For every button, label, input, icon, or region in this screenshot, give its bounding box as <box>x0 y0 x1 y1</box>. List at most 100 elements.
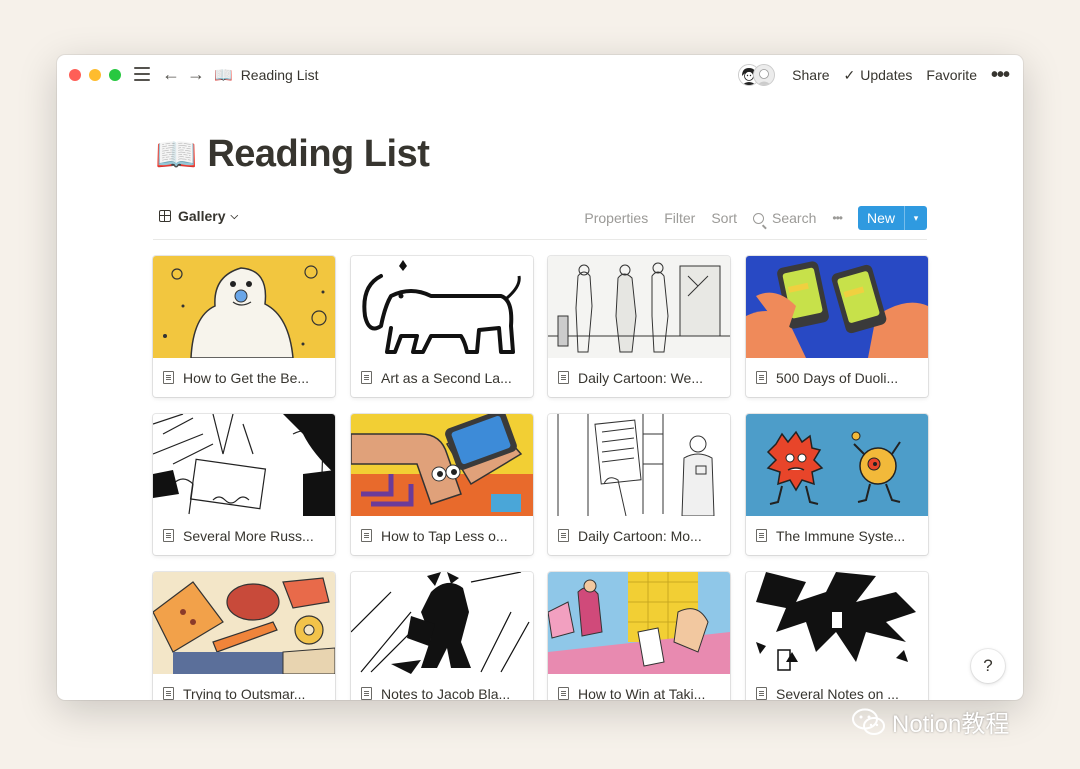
title-bar: ← → 📖 Reading List Share ✓ Updates Favori… <box>57 55 1023 95</box>
gallery-card[interactable]: How to Tap Less o... <box>351 414 533 555</box>
sort-button[interactable]: Sort <box>711 210 737 226</box>
search-icon <box>753 213 765 224</box>
card-cover-image <box>351 414 533 516</box>
favorite-button[interactable]: Favorite <box>926 67 977 83</box>
card-cover-image <box>153 414 335 516</box>
minimize-window-button[interactable] <box>89 69 101 81</box>
document-icon <box>361 529 372 542</box>
search-button[interactable]: Search <box>753 210 816 226</box>
card-cover-image <box>746 414 928 516</box>
document-icon <box>163 529 174 542</box>
card-title: How to Win at Taki... <box>548 674 730 700</box>
card-cover-image <box>746 256 928 358</box>
card-cover-image <box>153 256 335 358</box>
card-title-text: Daily Cartoon: We... <box>578 369 704 386</box>
filter-button[interactable]: Filter <box>664 210 695 226</box>
card-cover-image <box>548 572 730 674</box>
card-cover-image <box>548 256 730 358</box>
card-title-text: How to Win at Taki... <box>578 685 706 701</box>
card-cover-image <box>153 572 335 674</box>
gallery-card[interactable]: Trying to Outsmar... <box>153 572 335 700</box>
card-title-text: Several Notes on ... <box>776 685 899 701</box>
more-options-icon[interactable]: ••• <box>832 211 843 225</box>
card-title-text: Notes to Jacob Bla... <box>381 685 511 701</box>
card-title: Trying to Outsmar... <box>153 674 335 700</box>
card-title-text: 500 Days of Duoli... <box>776 369 899 386</box>
card-cover-image <box>548 414 730 516</box>
new-dropdown-button[interactable]: ▾ <box>904 206 927 230</box>
view-label: Gallery <box>178 208 226 224</box>
card-title-text: How to Get the Be... <box>183 369 310 386</box>
page-title-text[interactable]: Reading List <box>207 133 430 176</box>
document-icon <box>558 371 569 384</box>
card-title: Several More Russ... <box>153 516 335 555</box>
updates-label: Updates <box>860 66 913 83</box>
page-title: 📖 Reading List <box>155 133 430 176</box>
new-button[interactable]: New <box>857 206 904 230</box>
card-title-text: Several More Russ... <box>183 527 314 544</box>
card-cover-image <box>746 572 928 674</box>
share-button[interactable]: Share <box>792 67 829 83</box>
gallery-card[interactable]: Art as a Second La... <box>351 256 533 397</box>
watermark-text: Notion教程 <box>892 711 1010 738</box>
watermark: Notion教程 <box>852 704 1009 739</box>
close-window-button[interactable] <box>69 69 81 81</box>
topbar-actions: Share ✓ Updates Favorite ••• <box>738 63 1010 87</box>
database-view-bar: Gallery ⌵ Properties Filter Sort Search … <box>153 203 927 240</box>
breadcrumb[interactable]: 📖 Reading List <box>214 66 319 84</box>
breadcrumb-label: Reading List <box>240 67 319 83</box>
card-title: 500 Days of Duoli... <box>746 358 928 397</box>
document-icon <box>361 687 372 700</box>
menu-icon[interactable] <box>134 67 150 81</box>
card-title-text: Trying to Outsmar... <box>183 685 306 701</box>
book-icon[interactable]: 📖 <box>155 135 197 175</box>
avatar <box>753 64 776 86</box>
gallery-card[interactable]: Several More Russ... <box>153 414 335 555</box>
card-title-text: Art as a Second La... <box>381 369 512 386</box>
card-title: The Immune Syste... <box>746 516 928 555</box>
collaborator-avatars[interactable] <box>738 63 776 87</box>
document-icon <box>163 371 174 384</box>
more-icon[interactable]: ••• <box>991 65 1010 85</box>
card-title: Daily Cartoon: Mo... <box>548 516 730 555</box>
card-title: How to Tap Less o... <box>351 516 533 555</box>
maximize-window-button[interactable] <box>109 69 121 81</box>
forward-arrow-icon[interactable]: → <box>187 64 205 85</box>
card-cover-image <box>351 256 533 358</box>
gallery-card[interactable]: The Immune Syste... <box>746 414 928 555</box>
help-button[interactable]: ? <box>971 649 1005 683</box>
document-icon <box>558 687 569 700</box>
gallery-card[interactable]: Daily Cartoon: Mo... <box>548 414 730 555</box>
card-cover-image <box>351 572 533 674</box>
card-title: Several Notes on ... <box>746 674 928 700</box>
card-title-text: How to Tap Less o... <box>381 527 508 544</box>
gallery-card[interactable]: 500 Days of Duoli... <box>746 256 928 397</box>
gallery-card[interactable]: Daily Cartoon: We... <box>548 256 730 397</box>
card-title: Notes to Jacob Bla... <box>351 674 533 700</box>
card-title: Daily Cartoon: We... <box>548 358 730 397</box>
new-button-group: New ▾ <box>857 206 927 230</box>
book-icon: 📖 <box>214 67 233 84</box>
search-label: Search <box>772 210 817 226</box>
document-icon <box>558 529 569 542</box>
gallery-card[interactable]: How to Get the Be... <box>153 256 335 397</box>
gallery-card[interactable]: How to Win at Taki... <box>548 572 730 700</box>
document-icon <box>756 687 767 700</box>
updates-button[interactable]: ✓ Updates <box>844 67 913 84</box>
card-title-text: Daily Cartoon: Mo... <box>578 527 702 544</box>
document-icon <box>163 687 174 700</box>
chevron-down-icon: ⌵ <box>230 210 239 222</box>
gallery-grid-icon <box>159 210 171 222</box>
card-title-text: The Immune Syste... <box>776 527 906 544</box>
wechat-icon <box>852 708 885 735</box>
view-actions: Properties Filter Sort Search ••• New ▾ <box>584 206 927 230</box>
document-icon <box>361 371 372 384</box>
view-selector[interactable]: Gallery ⌵ <box>159 208 238 224</box>
back-arrow-icon[interactable]: ← <box>162 64 180 85</box>
gallery-card[interactable]: Several Notes on ... <box>746 572 928 700</box>
checkmark-icon: ✓ <box>843 66 856 83</box>
properties-button[interactable]: Properties <box>584 210 648 226</box>
document-icon <box>756 529 767 542</box>
gallery-card[interactable]: Notes to Jacob Bla... <box>351 572 533 700</box>
card-title: How to Get the Be... <box>153 358 335 397</box>
